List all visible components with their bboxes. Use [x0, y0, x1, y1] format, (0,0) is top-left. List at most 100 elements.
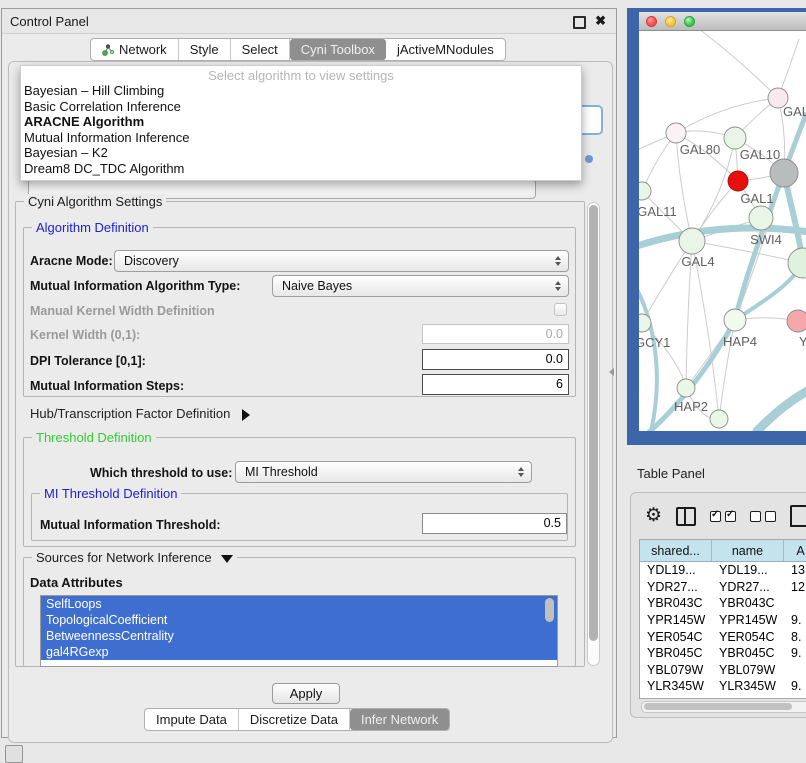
tab-select[interactable]: Select — [231, 39, 290, 60]
dpi-tolerance-field[interactable]: 0.0 — [422, 349, 569, 370]
columns-icon[interactable] — [676, 507, 696, 526]
network-node[interactable] — [724, 127, 746, 149]
table-header-row: shared...nameA — [640, 540, 806, 562]
table-row[interactable]: YIL052CYIL052C9 — [640, 695, 806, 699]
table-cell: YLR345W — [712, 679, 784, 693]
table-row[interactable]: YBL079WYBL079W — [640, 662, 806, 679]
dropdown-item[interactable]: Bayesian – K2 — [21, 145, 581, 161]
sources-group-title[interactable]: Sources for Network Inference — [32, 550, 237, 565]
tab-jactivemnodules[interactable]: jActiveMNodules — [386, 39, 505, 60]
tab-discretize-data[interactable]: Discretize Data — [239, 709, 350, 730]
column-header-name[interactable]: name — [712, 540, 784, 561]
network-node[interactable] — [749, 206, 773, 230]
minimized-panel-icon[interactable] — [5, 745, 23, 763]
tab-label: Cyni Toolbox — [301, 42, 375, 57]
network-node[interactable] — [787, 310, 806, 332]
attribute-list-item[interactable]: BetweennessCentrality — [41, 628, 557, 644]
tab-cyni-toolbox[interactable]: Cyni Toolbox — [290, 39, 386, 60]
settings-scrollbar[interactable] — [587, 202, 600, 666]
manual-kernel-checkbox[interactable] — [554, 303, 567, 316]
column-header-shared-[interactable]: shared... — [640, 540, 712, 561]
tab-network[interactable]: Network — [91, 39, 179, 60]
dpi-tolerance-label: DPI Tolerance [0,1]: — [30, 354, 146, 368]
node-label: HAP2 — [674, 399, 708, 414]
network-edge[interactable] — [642, 323, 686, 388]
which-threshold-combo[interactable]: MI Threshold — [235, 461, 532, 483]
table-cell: 9. — [784, 613, 806, 627]
gear-icon[interactable]: ⚙ — [645, 507, 662, 525]
network-node[interactable] — [770, 159, 798, 187]
mi-steps-label: Mutual Information Steps: — [30, 379, 184, 393]
tab-impute-data[interactable]: Impute Data — [145, 709, 239, 730]
data-attributes-list[interactable]: SelfLoopsTopologicalCoefficientBetweenne… — [40, 595, 558, 667]
network-edge[interactable] — [676, 98, 778, 133]
expand-right-icon — [242, 409, 250, 421]
table-panel-title: Table Panel — [637, 466, 705, 481]
dropdown-item[interactable]: Mutual Information Inference — [21, 130, 581, 146]
dropdown-item[interactable]: ARACNE Algorithm — [21, 114, 581, 130]
group-title: MI Threshold Definition — [40, 486, 181, 501]
network-node[interactable] — [639, 182, 651, 200]
network-graph[interactable]: GALGAL80GAL10GAL1SWI4GAL11GAL4GCY1HAP4YH… — [639, 31, 806, 431]
dropdown-placeholder: Select algorithm to view settings — [21, 66, 581, 83]
mi-algorithm-type-label: Mutual Information Algorithm Type: — [30, 279, 240, 293]
data-attributes-label: Data Attributes — [30, 575, 123, 590]
column-header-a[interactable]: A — [784, 540, 806, 561]
network-canvas[interactable]: GALGAL80GAL10GAL1SWI4GAL11GAL4GCY1HAP4YH… — [639, 31, 806, 431]
split-pane-handle[interactable] — [609, 368, 614, 376]
dropdown-item[interactable]: Dream8 DC_TDC Algorithm — [21, 161, 581, 177]
dropdown-item[interactable]: Bayesian – Hill Climbing — [21, 83, 581, 99]
tab-style[interactable]: Style — [179, 39, 231, 60]
network-window-titlebar[interactable] — [639, 12, 806, 31]
network-node[interactable] — [679, 228, 705, 254]
table-horizontal-scrollbar[interactable] — [641, 701, 806, 713]
table-row[interactable]: YER054CYER054C8. — [640, 628, 806, 645]
deselect-all-icon[interactable] — [750, 511, 776, 522]
select-all-icon[interactable] — [710, 511, 736, 522]
network-node[interactable] — [677, 379, 695, 397]
network-node[interactable] — [666, 123, 686, 143]
group-title: Threshold Definition — [32, 430, 156, 445]
close-icon[interactable]: ✖ — [595, 13, 606, 29]
zoom-traffic-light-icon[interactable] — [684, 16, 695, 27]
table-row[interactable]: YDR27...YDR27...12 — [640, 579, 806, 596]
network-edge-strong[interactable] — [639, 284, 657, 431]
tab-infer-network[interactable]: Infer Network — [350, 709, 449, 730]
manual-kernel-label: Manual Kernel Width Definition — [30, 304, 215, 318]
attribute-list-item[interactable]: gal4RGexp — [41, 644, 557, 660]
dropdown-item[interactable]: Basic Correlation Inference — [21, 99, 581, 115]
table-panel: ⚙ shared...nameA YDL19...YDL19...13YDR27… — [630, 492, 806, 718]
table-row[interactable]: YBR043CYBR043C — [640, 595, 806, 612]
list-scrollbar[interactable] — [545, 598, 554, 622]
attribute-list-item[interactable]: TopologicalCoefficient — [41, 612, 557, 628]
dropdown-items: Bayesian – Hill ClimbingBasic Correlatio… — [21, 83, 581, 176]
apply-button[interactable]: Apply — [272, 683, 340, 704]
network-view-window[interactable]: GALGAL80GAL10GAL1SWI4GAL11GAL4GCY1HAP4YH… — [627, 8, 806, 445]
panel-title: Control Panel — [10, 14, 89, 29]
mi-algorithm-type-combo[interactable]: Naive Bayes — [272, 275, 569, 297]
float-window-icon[interactable] — [573, 16, 586, 29]
table-row[interactable]: YBR045CYBR045C9. — [640, 645, 806, 662]
scrollbar-thumb[interactable] — [644, 703, 792, 710]
network-node[interactable] — [710, 410, 728, 428]
network-edge-strong[interactable] — [757, 389, 806, 431]
network-node[interactable] — [788, 248, 806, 278]
close-traffic-light-icon[interactable] — [646, 16, 657, 27]
mi-steps-field[interactable]: 6 — [422, 374, 569, 395]
network-node[interactable] — [724, 309, 746, 331]
table-row[interactable]: YLR345WYLR345W9. — [640, 678, 806, 695]
table-toolbar: ⚙ — [645, 505, 806, 527]
table-row[interactable]: YPR145WYPR145W9. — [640, 612, 806, 629]
table-row[interactable]: YDL19...YDL19...13 — [640, 562, 806, 579]
mi-threshold-field[interactable]: 0.5 — [422, 513, 567, 534]
kernel-width-field[interactable]: 0.0 — [422, 324, 569, 344]
sheet-icon[interactable] — [790, 505, 806, 527]
attribute-list-item[interactable]: SelfLoops — [41, 596, 557, 612]
hub-section-toggle[interactable]: Hub/Transcription Factor Definition — [30, 406, 250, 421]
network-edge[interactable] — [699, 31, 778, 98]
combo-value: Discovery — [115, 254, 555, 268]
network-node[interactable] — [728, 171, 748, 191]
scrollbar-thumb[interactable] — [589, 205, 598, 641]
aracne-mode-combo[interactable]: Discovery — [114, 250, 569, 272]
minimize-traffic-light-icon[interactable] — [665, 16, 676, 27]
